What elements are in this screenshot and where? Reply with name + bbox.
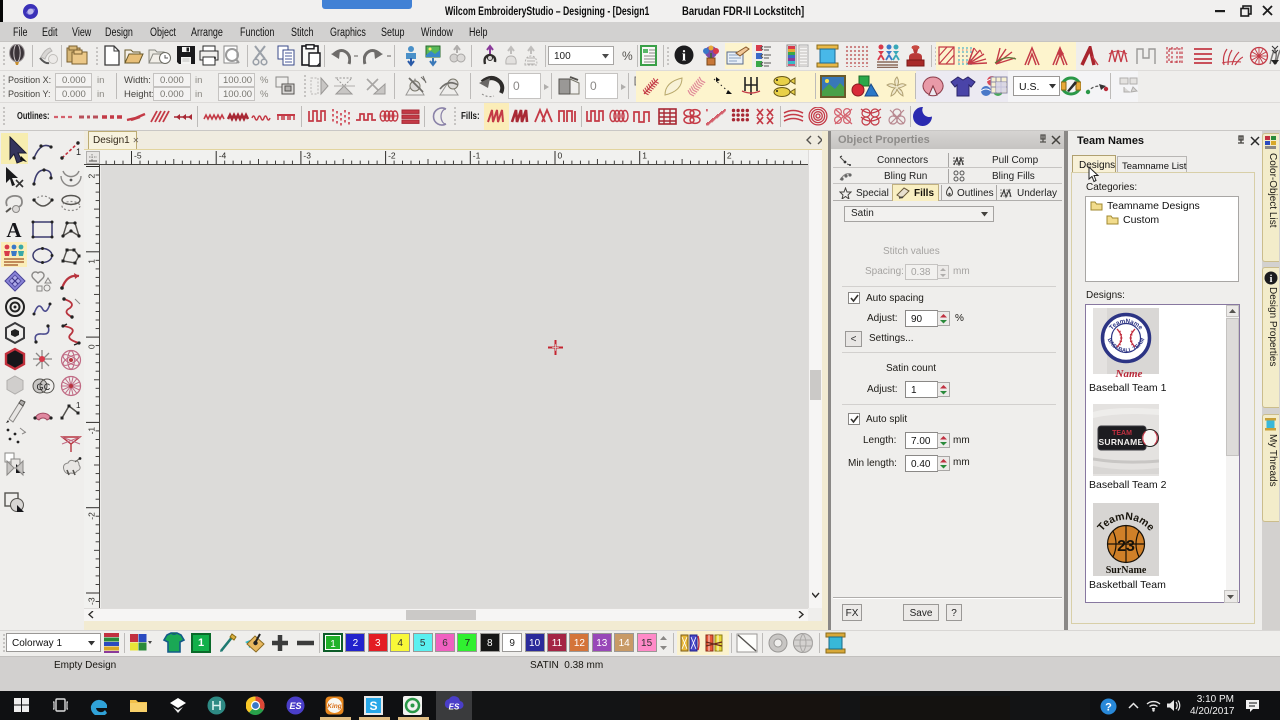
svg-text:?: ? <box>1105 702 1112 714</box>
svg-text:-4: -4 <box>219 151 227 161</box>
svg-text:SurName: SurName <box>1106 565 1147 576</box>
svg-text:G: G <box>36 382 43 392</box>
svg-text:TEAM: TEAM <box>1112 430 1132 437</box>
svg-text:1: 1 <box>76 147 81 157</box>
svg-text:i: i <box>682 49 686 65</box>
svg-text:-1: -1 <box>87 427 97 435</box>
svg-text:King: King <box>327 703 341 710</box>
svg-text:-1: -1 <box>473 151 481 161</box>
svg-text:1: 1 <box>87 259 97 264</box>
svg-text:2: 2 <box>87 174 97 179</box>
svg-text:SURNAME: SURNAME <box>1098 437 1143 447</box>
svg-text:C: C <box>44 382 51 392</box>
svg-text:S: S <box>369 699 377 713</box>
svg-text:-3: -3 <box>303 151 311 161</box>
svg-text:A: A <box>6 218 22 242</box>
svg-text:0: 0 <box>558 151 563 161</box>
svg-text:23: 23 <box>1117 538 1135 555</box>
svg-text:1: 1 <box>642 151 647 161</box>
svg-text:-2: -2 <box>388 151 396 161</box>
svg-text:Name: Name <box>1115 368 1143 380</box>
svg-text:ES: ES <box>449 703 460 712</box>
svg-text:-5: -5 <box>134 151 142 161</box>
svg-text:1: 1 <box>76 401 81 410</box>
svg-text:0: 0 <box>87 344 97 349</box>
svg-text:i: i <box>1270 274 1273 285</box>
svg-text:-3: -3 <box>87 597 97 605</box>
svg-text:ES: ES <box>289 701 301 711</box>
svg-text:2: 2 <box>727 151 732 161</box>
svg-text:-2: -2 <box>87 512 97 520</box>
